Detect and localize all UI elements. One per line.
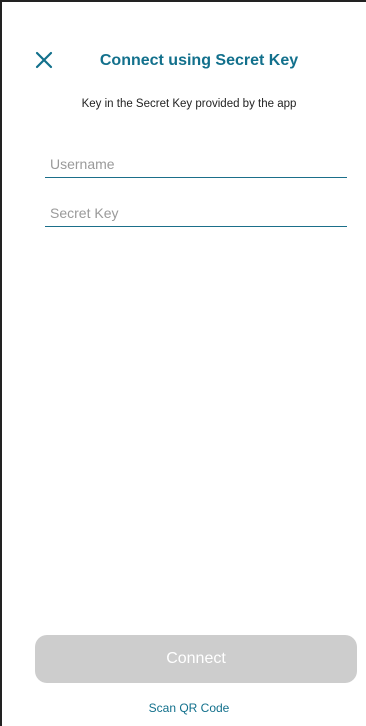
screen: Connect using Secret Key Key in the Secr… bbox=[0, 0, 366, 726]
username-input[interactable] bbox=[45, 146, 347, 177]
username-field bbox=[45, 146, 347, 178]
scan-qr-code-link[interactable]: Scan QR Code bbox=[12, 701, 366, 715]
instruction-text: Key in the Secret Key provided by the ap… bbox=[81, 98, 297, 110]
connect-button[interactable]: Connect bbox=[35, 635, 357, 683]
secret-key-input[interactable] bbox=[45, 195, 347, 226]
secret-key-field bbox=[45, 195, 347, 227]
page-title: Connect using Secret Key bbox=[99, 52, 299, 69]
header: Connect using Secret Key bbox=[12, 42, 366, 82]
